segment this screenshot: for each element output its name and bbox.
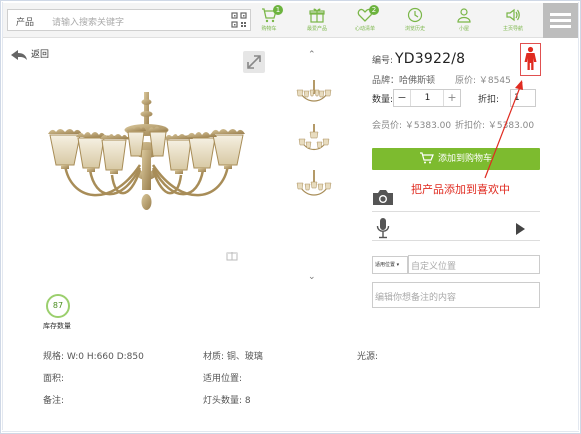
quantity-stepper[interactable]: − 1 + <box>393 89 461 107</box>
spec-area: 面积: <box>43 374 65 384</box>
add-to-cart-button[interactable]: 添加到购物车 <box>372 148 540 170</box>
clock-icon <box>407 7 423 23</box>
sku-value: YD3922/8 <box>395 51 466 67</box>
nav-wishlist-label: 心动清单 <box>354 26 375 32</box>
frame-divider-right <box>578 2 579 430</box>
divider <box>372 211 540 212</box>
fullscreen-button[interactable] <box>243 51 265 73</box>
spec-size: 规格: W:0 H:660 D:850 <box>43 352 144 362</box>
thumbnail-1[interactable] <box>296 76 332 112</box>
person-figure-icon <box>524 46 537 70</box>
hamburger-menu-icon[interactable] <box>543 3 578 38</box>
nav-favorite-products[interactable]: 最爱产品 <box>297 7 337 37</box>
spec-remark: 备注: <box>43 396 65 406</box>
wishlist-badge: 2 <box>369 5 379 15</box>
cart-badge: 1 <box>273 5 283 15</box>
thumb-scroll-up-icon[interactable]: ⌃ <box>308 50 316 60</box>
search-input[interactable]: 请输入搜索关键字 <box>52 15 124 28</box>
discount-price: 折扣价: ￥5383.00 <box>455 121 535 131</box>
original-price: 原价: ￥8545 <box>455 76 511 86</box>
quantity-input[interactable]: 1 <box>411 90 444 106</box>
back-arrow-icon <box>11 49 27 60</box>
gift-box-icon <box>309 8 325 23</box>
location-select[interactable]: 适用位置 ▾ <box>372 256 408 274</box>
thumbnail-3[interactable] <box>296 168 332 204</box>
qr-scan-icon[interactable] <box>231 12 247 28</box>
nav-wishlist[interactable]: 2 心动清单 <box>345 5 385 37</box>
nav-home[interactable]: 小屋 <box>444 7 484 37</box>
thumbnail-2[interactable] <box>296 122 332 158</box>
custom-location-input[interactable]: 自定义位置 <box>408 255 540 274</box>
expand-icon <box>247 55 261 69</box>
gift-icon <box>226 252 238 261</box>
speaker-icon <box>506 8 520 22</box>
quantity-plus-button[interactable]: + <box>443 90 460 106</box>
play-icon[interactable] <box>515 223 525 235</box>
nav-home-label: 小屋 <box>458 26 469 32</box>
microphone-icon[interactable] <box>376 217 390 239</box>
chevron-down-icon: ▾ <box>395 262 400 268</box>
nav-cart[interactable]: 1 购物车 <box>249 5 289 37</box>
quantity-label: 数量: <box>372 95 394 105</box>
user-icon <box>457 8 471 23</box>
spec-head-count: 灯头数量: 8 <box>203 396 251 406</box>
nav-cart-label: 购物车 <box>261 26 277 32</box>
add-to-favorites-button[interactable] <box>520 43 541 76</box>
product-main-image <box>48 92 245 210</box>
cart-icon <box>419 151 434 163</box>
thumb-scroll-down-icon[interactable]: ⌄ <box>308 272 316 282</box>
nav-homepage-label: 主页导航 <box>502 26 523 32</box>
sku-label: 编号: <box>372 56 394 66</box>
back-button[interactable]: 返回 <box>10 47 49 61</box>
search-category[interactable]: 产品 <box>16 15 34 28</box>
location-select-value: 适用位置 <box>375 262 396 268</box>
spec-material: 材质: 铜、玻璃 <box>203 352 263 362</box>
quantity-minus-button[interactable]: − <box>394 90 411 106</box>
nav-homepage[interactable]: 主页导航 <box>493 7 533 37</box>
stock-label: 库存数量 <box>43 322 71 330</box>
note-input[interactable]: 编辑你想备注的内容 <box>372 282 540 308</box>
discount-input[interactable]: 1 <box>510 89 536 107</box>
spec-position: 适用位置: <box>203 374 243 384</box>
nav-history-label: 浏览历史 <box>404 26 425 32</box>
frame-divider-left <box>2 2 3 430</box>
back-label: 返回 <box>31 50 50 60</box>
add-cart-label: 添加到购物车 <box>437 154 492 164</box>
discount-label: 折扣: <box>478 95 500 105</box>
top-bar: 产品 请输入搜索关键字 1 购物车 最爱产品 2 心动清单 浏览历史 小屋 主页… <box>3 3 578 38</box>
frame-divider-bottom <box>2 431 579 432</box>
member-price: 会员价: ￥5383.00 <box>372 121 452 131</box>
stock-count-badge: 87 <box>46 294 70 318</box>
nav-favorite-label: 最爱产品 <box>306 26 327 32</box>
product-sku: 编号: YD3922/8 <box>372 51 465 67</box>
annotation-text: 把产品添加到喜欢中 <box>411 183 510 196</box>
search-bar[interactable]: 产品 请输入搜索关键字 <box>7 9 251 31</box>
nav-history[interactable]: 浏览历史 <box>395 7 435 37</box>
camera-icon[interactable] <box>372 188 394 206</box>
divider <box>372 240 540 241</box>
brand-text: 品牌：哈佛斯顿 <box>372 76 436 86</box>
spec-light-source: 光源: <box>357 352 379 362</box>
